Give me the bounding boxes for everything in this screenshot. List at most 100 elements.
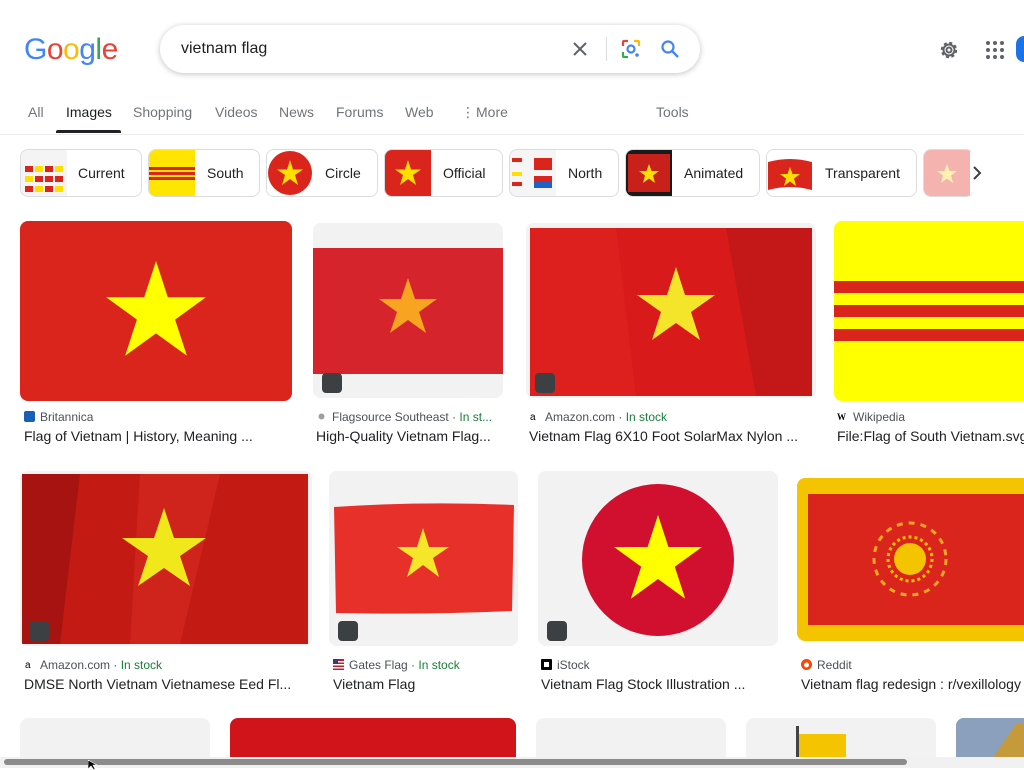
result-source[interactable]: iStock: [541, 658, 590, 672]
chip-official[interactable]: Official: [384, 149, 503, 197]
chip-thumbnail: [267, 150, 313, 196]
clear-icon[interactable]: [570, 39, 590, 59]
chip-south[interactable]: South: [148, 149, 260, 197]
result-title[interactable]: High-Quality Vietnam Flag...: [316, 428, 506, 444]
logo-letter: G: [24, 33, 47, 66]
source-name: iStock: [557, 658, 590, 672]
source-name: Wikipedia: [853, 410, 906, 424]
result-source[interactable]: a Amazon.com · In stock: [529, 410, 667, 424]
tab-shopping[interactable]: Shopping: [133, 104, 192, 120]
logo-letter: o: [46, 33, 64, 66]
settings-gear-icon[interactable]: [937, 38, 961, 62]
stock-status: In st...: [459, 410, 493, 424]
result-title[interactable]: File:Flag of South Vietnam.svg: [837, 428, 1024, 444]
result-title[interactable]: Vietnam Flag 6X10 Foot SolarMax Nylon ..…: [529, 428, 814, 444]
result-source[interactable]: Britannica: [24, 410, 93, 424]
source-name: Amazon.com: [40, 658, 111, 672]
google-logo[interactable]: Google: [24, 33, 118, 67]
image-icon: [547, 621, 567, 641]
scrollbar-thumb[interactable]: [4, 759, 907, 765]
flagsource-icon: [318, 413, 325, 420]
google-lens-icon[interactable]: [620, 38, 642, 60]
result-title[interactable]: Flag of Vietnam | History, Meaning ...: [24, 428, 294, 444]
chevron-right-icon[interactable]: [966, 162, 988, 184]
source-name: Reddit: [817, 658, 852, 672]
tab-forums[interactable]: Forums: [336, 104, 383, 120]
gates-flag-icon: [333, 659, 344, 670]
result-source[interactable]: a Amazon.com · In stock: [24, 658, 162, 672]
chip-label: Circle: [325, 165, 361, 181]
tools-button[interactable]: Tools: [656, 104, 689, 120]
source-name: Gates Flag: [349, 658, 408, 672]
google-apps-icon[interactable]: [985, 40, 1005, 60]
result-source[interactable]: Flagsource Southeast · In st...: [316, 410, 492, 424]
result-source[interactable]: Reddit: [801, 658, 852, 672]
stock-status: In stock: [120, 658, 163, 672]
result-image[interactable]: [538, 471, 778, 646]
chip-animated[interactable]: Animated: [625, 149, 760, 197]
search-box[interactable]: vietnam flag: [160, 25, 700, 73]
chip-thumbnail: [626, 150, 672, 196]
chip-current[interactable]: Current: [20, 149, 142, 197]
search-input[interactable]: vietnam flag: [181, 40, 267, 58]
result-image[interactable]: [834, 221, 1024, 401]
result-image[interactable]: [526, 223, 816, 398]
product-tag-icon: [29, 621, 49, 641]
amazon-icon: a: [530, 412, 536, 422]
source-name: Flagsource Southeast: [332, 410, 449, 424]
logo-letter: e: [101, 33, 119, 66]
result-image[interactable]: [797, 478, 1024, 641]
amazon-icon: a: [25, 660, 31, 670]
chip-north[interactable]: North: [509, 149, 619, 197]
stock-status: In stock: [418, 658, 460, 672]
tab-web[interactable]: Web: [405, 104, 434, 120]
chip-thumbnail: [149, 150, 195, 196]
svg-text:a: a: [25, 660, 31, 670]
chip-thumbnail: [385, 150, 431, 196]
chip-thumbnail: [924, 150, 970, 196]
chip-label: North: [568, 165, 603, 181]
chip-transparent[interactable]: Transparent: [766, 149, 917, 197]
search-icon[interactable]: [660, 39, 680, 59]
more-menu-icon[interactable]: ⋮: [461, 104, 475, 121]
result-image[interactable]: [313, 223, 503, 398]
chip-circle[interactable]: Circle: [266, 149, 378, 197]
result-title[interactable]: Vietnam Flag Stock Illustration ...: [541, 676, 778, 692]
svg-text:W: W: [837, 412, 846, 422]
stock-status: In stock: [625, 410, 668, 424]
search-divider: [606, 37, 607, 61]
result-image[interactable]: [20, 221, 292, 401]
svg-text:a: a: [530, 412, 536, 422]
istock-icon: [541, 659, 552, 670]
result-image[interactable]: [329, 471, 518, 646]
source-name: Britannica: [40, 410, 94, 424]
tab-more[interactable]: More: [476, 104, 508, 120]
result-title[interactable]: Vietnam flag redesign : r/vexillology: [801, 676, 1024, 692]
logo-letter: g: [79, 33, 96, 66]
source-name: Amazon.com: [545, 410, 616, 424]
result-source[interactable]: Gates Flag · In stock: [333, 658, 460, 672]
product-tag-icon: [322, 373, 342, 393]
tab-news[interactable]: News: [279, 104, 314, 120]
chip-label: Animated: [684, 165, 744, 181]
result-title[interactable]: Vietnam Flag: [333, 676, 518, 692]
result-title[interactable]: DMSE North Vietnam Vietnamese Eed Fl...: [24, 676, 314, 692]
tab-videos[interactable]: Videos: [215, 104, 258, 120]
chip-thumbnail: [767, 150, 813, 196]
reddit-icon: [801, 659, 812, 670]
britannica-icon: [24, 411, 35, 422]
wikipedia-icon: W: [837, 412, 846, 422]
tab-images[interactable]: Images: [66, 104, 112, 120]
account-avatar[interactable]: [1016, 36, 1024, 62]
chip-label: South: [207, 165, 244, 181]
result-image[interactable]: [20, 471, 312, 646]
search-tabs: All Images Shopping Videos News Forums W…: [0, 92, 1024, 135]
mouse-cursor-icon: [88, 760, 98, 770]
chip-label: Transparent: [825, 165, 900, 181]
chip-thumbnail: [21, 150, 67, 196]
tab-all[interactable]: All: [28, 104, 44, 120]
result-source[interactable]: W Wikipedia: [837, 410, 905, 424]
chip-label: Official: [443, 165, 486, 181]
chip-label: Current: [78, 165, 125, 181]
chip-thumbnail: [510, 150, 556, 196]
